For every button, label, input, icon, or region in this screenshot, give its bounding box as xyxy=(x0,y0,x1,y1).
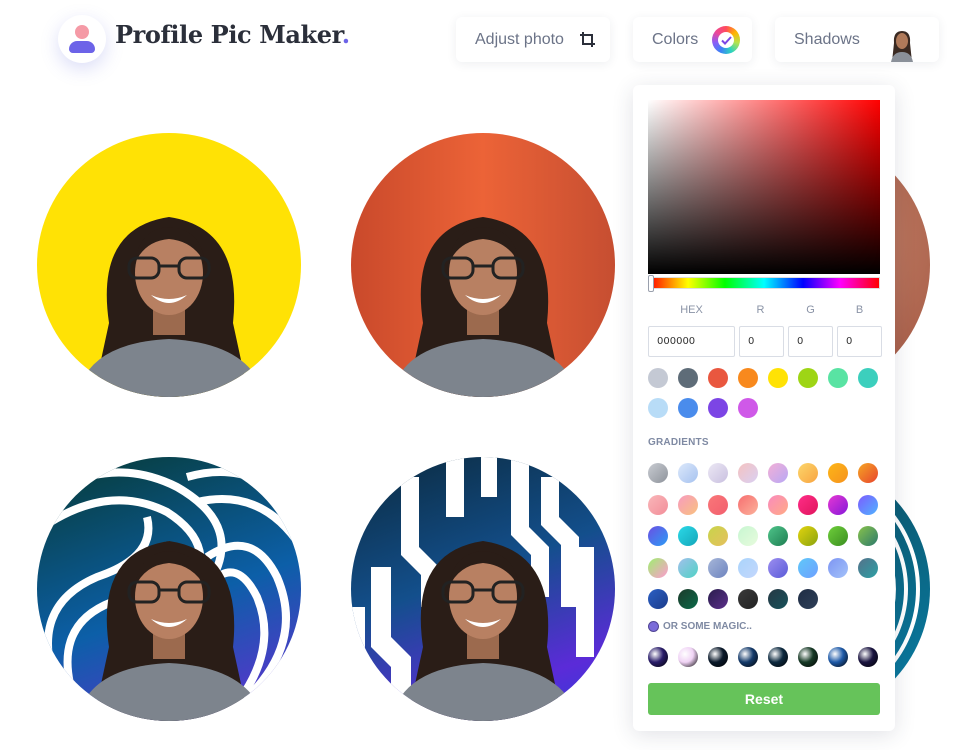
profile-pic-yellow[interactable] xyxy=(37,133,301,397)
gradient-swatch[interactable] xyxy=(738,494,758,515)
gradient-swatch[interactable] xyxy=(798,557,818,578)
profile-pic-orange[interactable] xyxy=(351,133,615,397)
profile-pic-stripe-pattern[interactable] xyxy=(351,457,615,721)
gradient-swatch[interactable] xyxy=(708,494,728,515)
color-swatch[interactable] xyxy=(768,368,788,388)
logo-badge[interactable] xyxy=(58,15,106,63)
magic-swatch[interactable] xyxy=(858,647,878,667)
gradient-swatch[interactable] xyxy=(648,526,668,546)
magic-swatch[interactable] xyxy=(828,647,848,667)
gradient-swatch[interactable] xyxy=(798,589,818,609)
gradient-swatch[interactable] xyxy=(708,463,728,483)
b-input[interactable]: 0 xyxy=(837,326,882,357)
shadow-preview-thumbnail xyxy=(885,28,919,62)
color-wheel-icon xyxy=(712,26,740,54)
gradients-heading: GRADIENTS xyxy=(648,437,709,448)
hex-label: HEX xyxy=(680,304,703,316)
gradient-swatch[interactable] xyxy=(858,463,878,483)
reset-button[interactable]: Reset xyxy=(648,683,880,715)
gradient-swatch[interactable] xyxy=(678,526,698,546)
gradient-swatch[interactable] xyxy=(738,557,758,578)
crop-icon xyxy=(580,32,595,47)
magic-swatch[interactable] xyxy=(708,647,728,667)
colors-button[interactable]: Colors xyxy=(633,17,752,62)
color-swatch[interactable] xyxy=(648,398,668,418)
gradient-swatch[interactable] xyxy=(858,526,878,546)
color-swatch[interactable] xyxy=(828,368,848,388)
avatar-head-shape xyxy=(75,25,89,39)
b-label: B xyxy=(855,304,864,316)
gradient-swatch[interactable] xyxy=(738,589,758,609)
gradient-swatch[interactable] xyxy=(798,494,818,515)
person-figure xyxy=(391,217,579,397)
magic-heading-label: OR SOME MAGIC.. xyxy=(663,621,752,632)
color-swatch[interactable] xyxy=(648,368,668,388)
gradient-swatch[interactable] xyxy=(708,589,728,609)
colors-label: Colors xyxy=(652,30,699,48)
adjust-photo-label: Adjust photo xyxy=(475,30,564,48)
magic-ball-icon xyxy=(648,621,659,632)
magic-swatch[interactable] xyxy=(738,647,758,667)
color-swatch[interactable] xyxy=(738,398,758,418)
g-label: G xyxy=(806,304,815,316)
gradient-swatch[interactable] xyxy=(828,557,848,578)
color-swatch[interactable] xyxy=(798,368,818,388)
gradient-swatch[interactable] xyxy=(768,589,788,609)
gradient-swatch[interactable] xyxy=(768,494,788,515)
gradient-swatch[interactable] xyxy=(648,589,668,609)
r-label: R xyxy=(756,304,765,316)
gradient-swatch[interactable] xyxy=(798,526,818,546)
color-swatch[interactable] xyxy=(678,368,698,388)
gradient-swatch[interactable] xyxy=(858,557,878,578)
person-figure xyxy=(77,217,265,397)
saturation-value-picker[interactable] xyxy=(648,100,880,274)
gradient-swatch[interactable] xyxy=(678,557,698,578)
gradient-swatch[interactable] xyxy=(648,557,668,578)
gradient-swatch[interactable] xyxy=(828,494,848,515)
avatar-body-shape xyxy=(69,41,95,53)
gradient-swatch[interactable] xyxy=(738,463,758,483)
color-swatch[interactable] xyxy=(708,368,728,388)
stripe-pattern xyxy=(351,457,594,721)
r-input[interactable]: 0 xyxy=(739,326,784,357)
gradient-swatch[interactable] xyxy=(678,589,698,609)
gradient-swatch[interactable] xyxy=(708,557,728,578)
hex-input[interactable]: 000000 xyxy=(648,326,735,357)
gradient-swatch[interactable] xyxy=(828,526,848,546)
shadows-label: Shadows xyxy=(794,30,860,48)
gradient-swatch[interactable] xyxy=(768,557,788,578)
gradient-swatch[interactable] xyxy=(768,526,788,546)
gradient-swatch[interactable] xyxy=(738,526,758,546)
gradient-swatch[interactable] xyxy=(648,494,668,515)
gradient-swatch[interactable] xyxy=(648,463,668,483)
magic-swatch[interactable] xyxy=(798,647,818,667)
color-swatch[interactable] xyxy=(678,398,698,418)
hue-slider[interactable] xyxy=(648,277,880,289)
magic-swatch[interactable] xyxy=(768,647,788,667)
profile-pic-swirl-pattern[interactable] xyxy=(37,457,301,721)
shadows-button[interactable]: Shadows xyxy=(775,17,939,62)
magic-swatch[interactable] xyxy=(648,647,668,667)
g-input[interactable]: 0 xyxy=(788,326,833,357)
magic-swatch[interactable] xyxy=(678,647,698,667)
color-swatch[interactable] xyxy=(708,398,728,418)
swirl-pattern xyxy=(37,468,301,721)
color-swatch[interactable] xyxy=(858,368,878,388)
gradient-swatch[interactable] xyxy=(858,494,878,515)
hue-slider-handle[interactable] xyxy=(648,275,654,292)
gradient-swatch[interactable] xyxy=(708,526,728,546)
adjust-photo-button[interactable]: Adjust photo xyxy=(456,17,610,62)
gradient-swatch[interactable] xyxy=(768,463,788,483)
color-swatch[interactable] xyxy=(738,368,758,388)
gradient-swatch[interactable] xyxy=(798,463,818,483)
gradient-swatch[interactable] xyxy=(678,494,698,515)
brand-title[interactable]: Profile Pic Maker. xyxy=(115,20,350,49)
magic-heading: OR SOME MAGIC.. xyxy=(648,621,752,632)
gradient-swatch[interactable] xyxy=(828,463,848,483)
check-icon xyxy=(720,35,732,45)
color-picker-panel: HEX R G B 000000 0 0 0 GRADIENTS OR SOME… xyxy=(633,85,895,731)
gradient-swatch[interactable] xyxy=(678,463,698,483)
